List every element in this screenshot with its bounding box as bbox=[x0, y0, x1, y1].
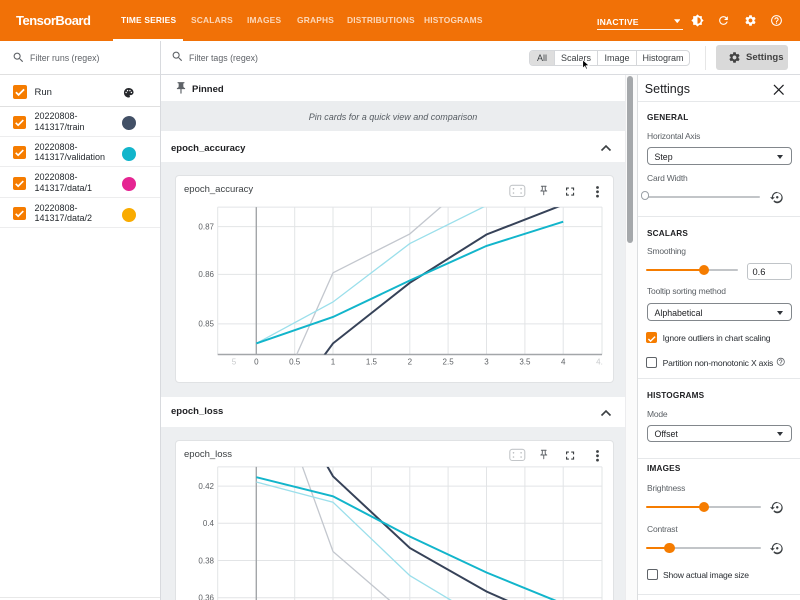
svg-text:3: 3 bbox=[484, 357, 489, 366]
svg-text:0.38: 0.38 bbox=[198, 556, 214, 565]
svg-text:0.42: 0.42 bbox=[198, 481, 214, 490]
svg-text:0.36: 0.36 bbox=[198, 593, 214, 600]
svg-text:1: 1 bbox=[330, 357, 335, 366]
svg-text:3.5: 3.5 bbox=[519, 357, 531, 366]
svg-text:1.5: 1.5 bbox=[365, 357, 377, 366]
svg-text:epoch_accuracy: epoch_accuracy bbox=[184, 184, 253, 195]
svg-text:2: 2 bbox=[407, 357, 412, 366]
svg-text:2.5: 2.5 bbox=[442, 357, 454, 366]
svg-text:0.86: 0.86 bbox=[198, 270, 214, 279]
svg-text:5: 5 bbox=[231, 357, 236, 366]
svg-text:4: 4 bbox=[560, 357, 565, 366]
svg-text:0.85: 0.85 bbox=[198, 319, 214, 328]
svg-text:0.87: 0.87 bbox=[198, 222, 214, 231]
svg-text:0.4: 0.4 bbox=[202, 519, 214, 528]
svg-text:0: 0 bbox=[254, 357, 259, 366]
svg-text:0.5: 0.5 bbox=[289, 357, 301, 366]
svg-text:4.: 4. bbox=[596, 357, 603, 366]
svg-text:epoch_loss: epoch_loss bbox=[184, 449, 232, 460]
